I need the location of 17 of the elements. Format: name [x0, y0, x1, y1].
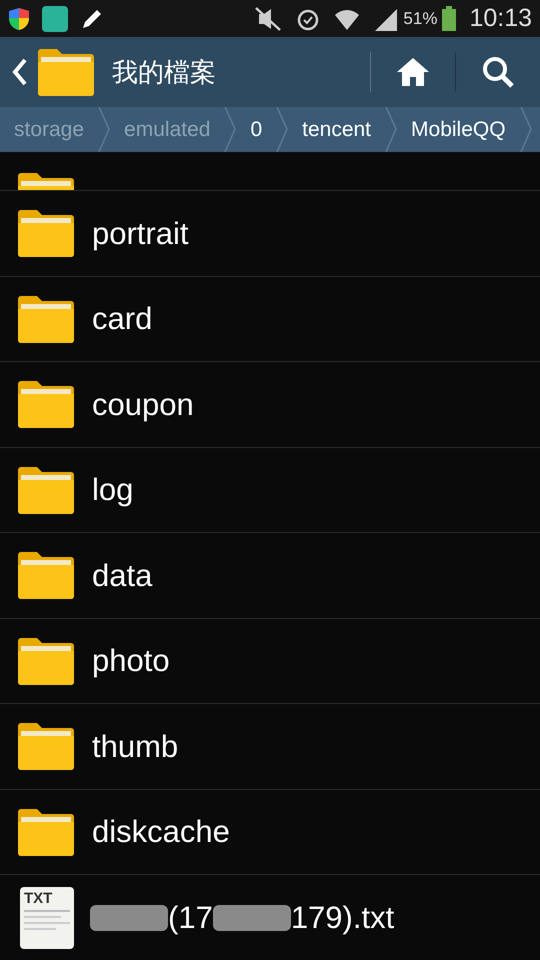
breadcrumb-item[interactable]: tencent: [288, 107, 386, 152]
file-name[interactable]: (17: [168, 902, 213, 934]
breadcrumb-item[interactable]: MobileQQ: [397, 107, 520, 152]
folder-name[interactable]: log: [92, 474, 134, 506]
folder-name[interactable]: photo: [92, 645, 170, 676]
clock: 10:13: [469, 2, 532, 34]
breadcrumb-item[interactable]: 0: [236, 107, 276, 152]
folder-name[interactable]: card: [92, 303, 152, 334]
file-type-label: TXT: [24, 890, 52, 906]
file-name[interactable]: 179).txt: [290, 902, 394, 934]
folder-name[interactable]: coupon: [92, 388, 194, 420]
folder-name[interactable]: thumb: [92, 730, 178, 762]
folder-name[interactable]: data: [92, 560, 152, 591]
folder-name[interactable]: portrait: [92, 218, 188, 249]
screen-title: 我的檔案: [112, 56, 217, 88]
folder-name[interactable]: diskcache: [92, 816, 230, 848]
battery-percent: 51%: [403, 8, 438, 30]
